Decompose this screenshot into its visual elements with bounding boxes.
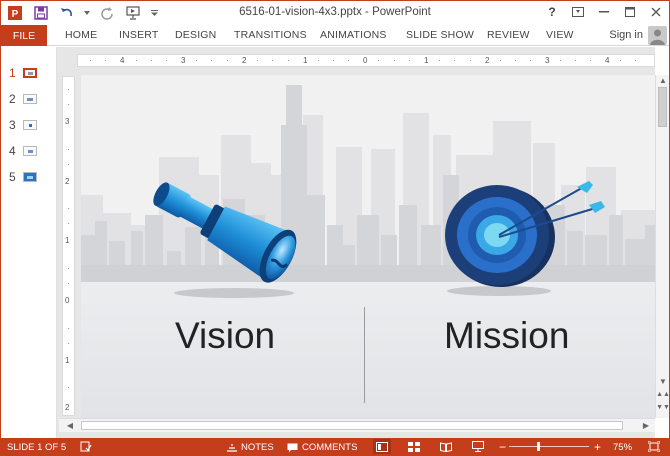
ruler-ticks [90,60,636,61]
notes-icon [227,444,237,452]
slide-thumbnail-1[interactable]: 1 [9,66,37,80]
horizontal-scrollbar[interactable]: ◀ ▶ [59,418,655,432]
slide-thumbnail-2[interactable]: 2 [9,92,37,106]
user-icon [650,29,665,45]
sign-in-link[interactable]: Sign in [609,29,643,41]
scroll-up-icon[interactable]: ▲ [656,76,669,85]
scroll-left-icon[interactable]: ◀ [63,421,77,430]
zoom-level[interactable]: 75% [613,442,632,453]
scroll-down-icon[interactable]: ▼ [656,377,669,386]
restore-button[interactable] [617,1,643,23]
thumbnail-number: 2 [9,92,16,106]
minimize-button[interactable] [591,1,617,23]
zoom-slider-thumb[interactable] [537,442,540,451]
tab-slide-show[interactable]: SLIDE SHOW [406,29,474,41]
zoom-out-button[interactable]: − [499,440,506,454]
reading-view-button[interactable] [437,439,455,454]
close-icon [651,7,661,17]
vertical-scroll-thumb[interactable] [658,87,667,127]
slide-thumbnail-5[interactable]: 5 [9,170,37,184]
title-bar: P 6516-01-vision-4x3.pptx - PowerPoint ? [1,1,669,25]
comment-icon [287,443,298,452]
help-button[interactable]: ? [539,1,565,23]
slide-thumbnail-3[interactable]: 3 [9,118,37,132]
vision-title[interactable]: Vision [175,315,275,357]
horizontal-scroll-thumb[interactable] [81,421,623,430]
tab-animations[interactable]: ANIMATIONS [320,29,387,41]
zoom-slider[interactable] [509,446,589,447]
tab-home[interactable]: HOME [65,29,97,41]
tab-review[interactable]: REVIEW [487,29,530,41]
slide-sorter-icon [408,441,420,452]
thumbnail-image [23,94,37,104]
window-controls: ? [539,1,669,23]
next-slide-icon[interactable]: ▼▼ [656,404,669,411]
comments-button[interactable]: COMMENTS [287,442,357,453]
status-bar: SLIDE 1 OF 5 NOTES COMMENTS − + 75% [1,438,669,455]
slide-divider-line [364,307,365,403]
avatar[interactable] [648,26,667,45]
notes-button[interactable]: NOTES [227,442,274,453]
reading-view-icon [440,441,452,452]
tab-design[interactable]: DESIGN [175,29,216,41]
minimize-icon [599,11,609,13]
restore-icon [625,7,635,17]
tab-view[interactable]: VIEW [546,29,574,41]
zoom-in-button[interactable]: + [594,440,601,454]
fit-slide-button[interactable] [645,439,663,454]
previous-slide-icon[interactable]: ▲▲ [656,391,669,398]
thumbnail-image [23,146,37,156]
thumbnail-number: 3 [9,118,16,132]
thumbnail-number: 4 [9,144,16,158]
powerpoint-window: P 6516-01-vision-4x3.pptx - PowerPoint ?… [0,0,670,456]
target-arrows-icon[interactable] [439,179,614,309]
ribbon-display-options-button[interactable] [565,1,591,23]
ruler-ticks [68,89,69,388]
thumbnail-image [23,68,37,78]
ribbon-display-icon [572,7,584,17]
slide-show-icon [472,441,484,452]
horizontal-ruler: 4 3 2 1 0 1 2 3 4 [77,54,655,67]
slide-show-button[interactable] [469,439,487,454]
tab-transitions[interactable]: TRANSITIONS [234,29,307,41]
spell-check-icon[interactable] [77,439,95,454]
slide-1[interactable]: Vision Mission [81,75,656,418]
scroll-right-icon[interactable]: ▶ [639,421,653,430]
normal-view-icon [376,441,388,452]
vertical-ruler: 3 2 1 0 1 2 [62,76,75,416]
vertical-scrollbar[interactable]: ▲ ▼ ▲▲ ▼▼ [655,75,669,418]
tab-insert[interactable]: INSERT [119,29,159,41]
telescope-icon[interactable] [139,175,314,305]
ribbon-tabs: FILE HOME INSERT DESIGN TRANSITIONS ANIM… [1,25,669,46]
help-label: ? [548,5,556,19]
normal-view-button[interactable] [373,439,391,454]
thumbnail-image [23,172,37,182]
thumbnail-number: 1 [9,66,16,80]
slide-count-status: SLIDE 1 OF 5 [7,442,67,453]
tab-file[interactable]: FILE [1,25,47,46]
slide-sorter-button[interactable] [405,439,423,454]
fit-to-window-icon [648,441,660,452]
thumbnail-number: 5 [9,170,16,184]
comments-label: COMMENTS [302,442,358,453]
close-button[interactable] [643,1,669,23]
mission-title[interactable]: Mission [444,315,569,357]
thumbnail-image [23,120,37,130]
notes-label: NOTES [241,442,274,453]
slide-thumbnail-panel: 1 2 3 4 5 [1,47,57,438]
slide-thumbnail-4[interactable]: 4 [9,144,37,158]
